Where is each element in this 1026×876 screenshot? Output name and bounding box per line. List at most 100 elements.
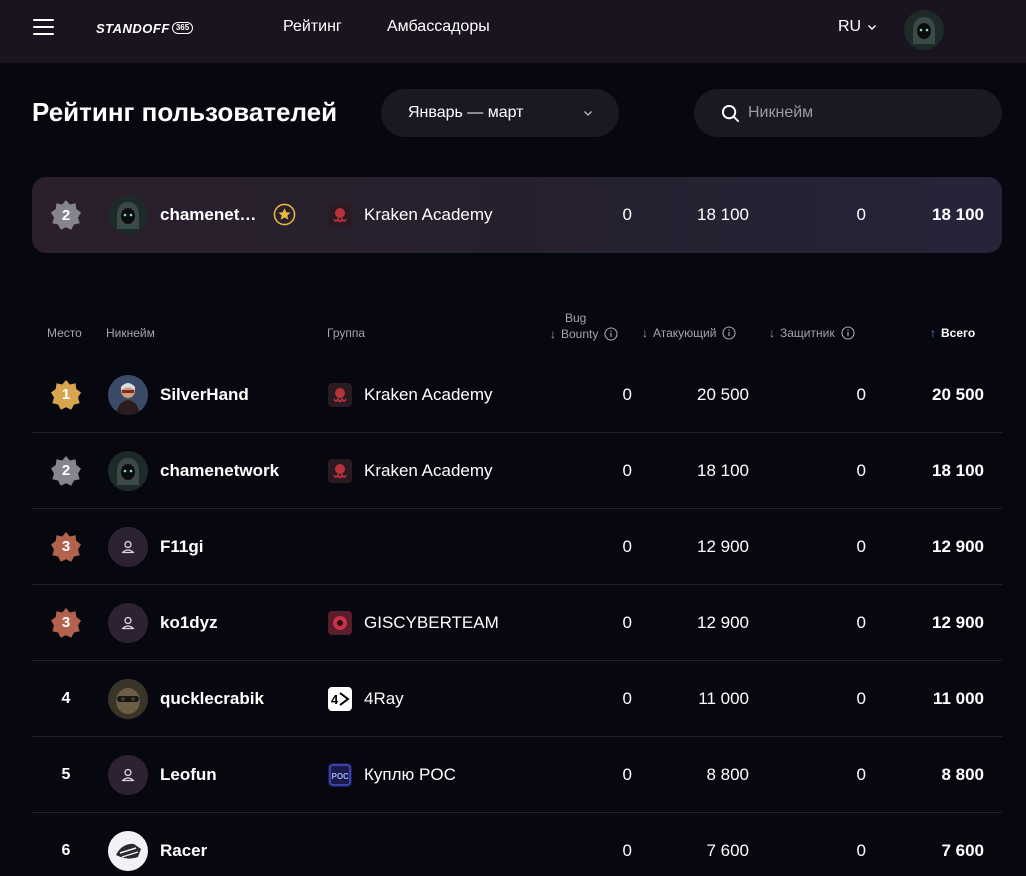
star-badge-icon <box>273 203 296 226</box>
bug-bounty-value: 0 <box>622 841 632 860</box>
table-row[interactable]: 3 ko1dyz GISCYBERTEAM 0 12 900 0 12 900 <box>32 585 1002 661</box>
defender-value: 0 <box>856 688 866 708</box>
language-select[interactable]: RU <box>838 18 877 36</box>
table-row[interactable]: 4 qucklecrabik 4 4Ray 0 11 000 0 11 000 <box>32 661 1002 737</box>
group-name: GISCYBERTEAM <box>364 612 499 632</box>
column-attacker[interactable]: ↓ Атакующий <box>642 326 737 340</box>
rating-table-body: 1 SilverHand Kraken Academy 0 20 500 0 2… <box>32 357 1002 876</box>
column-total[interactable]: ↑ Всего <box>930 326 975 340</box>
avatar[interactable] <box>108 195 148 235</box>
group-cell[interactable]: Kraken Academy <box>328 357 493 432</box>
table-row[interactable]: 6 Racer 0 7 600 0 7 600 <box>32 813 1002 876</box>
defender-value: 0 <box>856 536 866 556</box>
current-user-card[interactable]: 2 chamenet… Kraken Academy 0 18 100 0 18… <box>32 177 1002 253</box>
attacker-value: 12 900 <box>697 536 749 556</box>
top-navigation-bar: STANDOFF 365 Рейтинг Амбассадоры RU <box>0 0 1026 63</box>
group-cell[interactable]: POC Куплю POC <box>328 737 456 812</box>
nickname[interactable]: Racer <box>160 813 207 876</box>
nav-link-rating[interactable]: Рейтинг <box>283 18 342 36</box>
avatar-cell <box>108 661 148 736</box>
rank-cell: 2 <box>50 177 82 253</box>
attacker-value: 11 000 <box>698 688 749 708</box>
avatar[interactable] <box>108 450 148 491</box>
defender-value: 0 <box>856 460 866 480</box>
nickname[interactable]: chamenetwork <box>160 433 279 508</box>
column-bug-bounty-label-top: Bug <box>565 311 587 325</box>
avatar-cell <box>108 177 148 253</box>
bug-bounty-value: 0 <box>622 384 632 404</box>
period-dropdown[interactable]: Январь — март <box>381 89 619 137</box>
avatar-placeholder[interactable] <box>108 526 148 567</box>
group-cell[interactable]: Kraken Academy <box>328 433 493 508</box>
rank-number: 2 <box>61 206 71 224</box>
attacker-value: 8 800 <box>706 764 749 784</box>
silver-medal-icon: 2 <box>50 199 82 231</box>
avatar-placeholder[interactable] <box>108 754 148 795</box>
nickname[interactable]: qucklecrabik <box>160 661 264 736</box>
avatar[interactable] <box>108 831 148 871</box>
nickname[interactable]: ko1dyz <box>160 585 218 660</box>
avatar-cell <box>108 585 148 660</box>
bug-bounty-value: 0 <box>622 764 632 784</box>
column-total-label: Всего <box>941 326 976 340</box>
standoff-logo[interactable]: STANDOFF 365 <box>96 20 194 36</box>
group-name: 4Ray <box>364 688 404 708</box>
avatar[interactable] <box>108 374 148 415</box>
period-value: Январь — март <box>408 104 524 121</box>
user-avatar[interactable] <box>904 10 944 50</box>
column-nickname: Никнейм <box>106 326 155 340</box>
search-input[interactable] <box>748 89 988 137</box>
column-attacker-label: Атакующий <box>653 326 717 340</box>
avatar-cell <box>108 737 148 812</box>
table-header: Место Никнейм Группа Bug ↓ Bounty ↓ Атак… <box>32 305 1002 355</box>
group-cell[interactable]: GISCYBERTEAM <box>328 585 499 660</box>
silver-medal-icon: 2 <box>50 455 82 487</box>
bronze-medal-icon: 3 <box>50 531 82 563</box>
rank-cell: 1 <box>50 357 82 432</box>
logo-badge: 365 <box>171 22 194 34</box>
kraken-academy-logo-icon <box>328 203 352 227</box>
language-label: RU <box>838 18 862 35</box>
menu-icon[interactable] <box>33 18 55 36</box>
avatar-placeholder[interactable] <box>108 602 148 643</box>
avatar-cell <box>108 813 148 876</box>
column-defender-label: Защитник <box>780 326 835 340</box>
table-row[interactable]: 3 F11gi 0 12 900 0 12 900 <box>32 509 1002 585</box>
kraken-academy-logo-icon <box>328 458 352 483</box>
rank-number: 3 <box>61 614 71 631</box>
4ray-logo-icon: 4 <box>328 686 352 711</box>
info-icon[interactable] <box>722 326 737 340</box>
rank-cell: 3 <box>50 509 82 584</box>
column-defender[interactable]: ↓ Защитник <box>769 326 855 340</box>
nav-link-ambassadors[interactable]: Амбассадоры <box>387 18 490 36</box>
avatar[interactable] <box>108 678 148 719</box>
group-cell[interactable]: 4 4Ray <box>328 661 404 736</box>
nickname[interactable]: chamenet… <box>160 177 256 253</box>
gold-medal-icon: 1 <box>50 379 82 411</box>
total-value: 7 600 <box>941 841 984 860</box>
defender-value: 0 <box>856 764 866 784</box>
column-group: Группа <box>327 326 366 340</box>
nickname[interactable]: Leofun <box>160 737 217 812</box>
info-icon[interactable] <box>604 327 618 341</box>
table-row[interactable]: 5 Leofun POC Куплю POC 0 8 800 0 8 800 <box>32 737 1002 813</box>
group-cell[interactable]: Kraken Academy <box>328 177 493 253</box>
info-icon[interactable] <box>841 326 855 340</box>
total-value: 20 500 <box>932 384 984 404</box>
bug-bounty-value: 0 <box>622 688 632 708</box>
table-row[interactable]: 2 chamenetwork Kraken Academy 0 18 100 0… <box>32 433 1002 509</box>
rank-cell: 3 <box>50 585 82 660</box>
chevron-down-icon <box>868 25 877 30</box>
page-title: Рейтинг пользователей <box>32 97 338 127</box>
rank-cell: 6 <box>61 842 71 859</box>
column-bug-bounty[interactable]: Bug ↓ Bounty <box>550 310 618 342</box>
nickname[interactable]: F11gi <box>160 509 203 584</box>
attacker-value: 20 500 <box>697 384 749 404</box>
table-row[interactable]: 1 SilverHand Kraken Academy 0 20 500 0 2… <box>32 357 1002 433</box>
group-name: Kraken Academy <box>364 384 493 404</box>
defender-value: 0 <box>856 841 866 860</box>
total-value: 18 100 <box>932 460 984 480</box>
nickname[interactable]: SilverHand <box>160 357 249 432</box>
svg-text:4: 4 <box>331 692 339 707</box>
column-bug-bounty-label-bottom: Bounty <box>561 327 599 341</box>
